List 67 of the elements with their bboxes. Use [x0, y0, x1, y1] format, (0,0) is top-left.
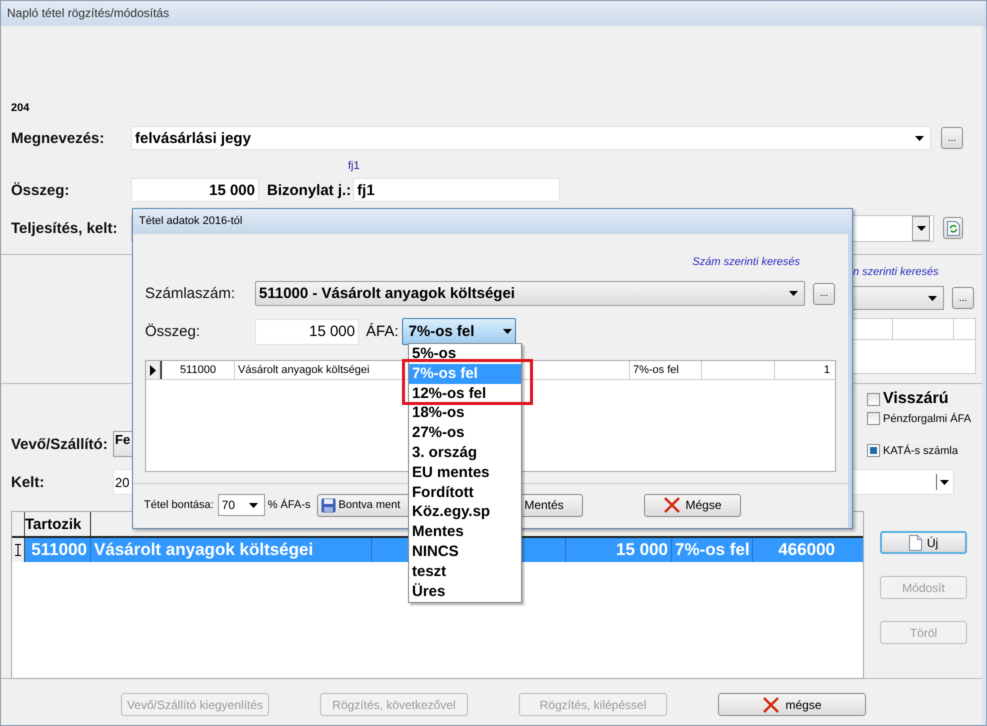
- dialog-button[interactable]: Mégse: [644, 494, 741, 516]
- document-field[interactable]: fj1: [353, 178, 560, 202]
- field-label: Tétel bontása:: [144, 499, 214, 511]
- dropdown-option[interactable]: EU mentes: [409, 462, 521, 483]
- dropdown-arrow-icon[interactable]: [248, 502, 258, 508]
- table-cell: 511000: [162, 361, 235, 379]
- name-combo[interactable]: felvásárlási jegy: [131, 126, 931, 150]
- document-icon: [908, 534, 922, 550]
- dialog-title: Tétel adatok 2016-tól: [133, 209, 852, 234]
- row-cursor-icon: [15, 544, 21, 556]
- field-label: ÁFA:: [366, 323, 399, 340]
- account-combo[interactable]: 511000 - Vásárolt anyagok költségei: [255, 281, 805, 306]
- field-label: Összeg:: [10, 182, 70, 198]
- split-combo[interactable]: 70: [218, 494, 265, 516]
- table-cell: 511000: [25, 538, 91, 562]
- dropdown-arrow-icon[interactable]: [502, 329, 512, 334]
- dropdown-option[interactable]: 18%-os: [409, 403, 521, 424]
- field-label: Számlaszám:: [144, 285, 236, 302]
- dropdown-option[interactable]: Mentes: [409, 522, 521, 542]
- dropdown-option[interactable]: Üres: [409, 582, 521, 602]
- table-cell-text: 466000: [777, 539, 836, 561]
- field-label: Teljesítés, kelt:: [10, 220, 118, 236]
- dropdown-arrow-icon[interactable]: [940, 480, 949, 484]
- field-label: Kelt:: [10, 474, 46, 490]
- refresh-button[interactable]: [943, 217, 963, 239]
- side-button[interactable]: Új: [880, 531, 967, 554]
- window-title: Napló tétel rögzítés/módosítás: [1, 1, 986, 26]
- dropdown-option[interactable]: 27%-os: [409, 423, 521, 443]
- table-cell-text: 1: [822, 363, 831, 378]
- column-header: Tartozik: [25, 512, 91, 536]
- row-pointer-icon: [150, 364, 156, 376]
- dropdown-arrow-icon[interactable]: [915, 136, 924, 140]
- dropdown-option[interactable]: NINCS: [409, 542, 521, 562]
- footer-button[interactable]: mégse: [718, 693, 866, 716]
- field-label: Vevő/Szállító:: [10, 436, 109, 455]
- checkbox-label: Pénzforgalmi ÁFA: [883, 412, 972, 424]
- unit-label: % ÁFA-s: [268, 499, 311, 511]
- table-cell: Vásárolt anyagok költségei: [91, 538, 372, 562]
- dropdown-option[interactable]: 3. ország: [409, 442, 521, 463]
- checkbox[interactable]: [867, 444, 880, 457]
- record-number: 204: [10, 101, 30, 116]
- dropdown-arrow-icon[interactable]: [928, 296, 937, 300]
- refresh-icon: [946, 220, 960, 236]
- close-icon: [762, 696, 780, 712]
- table-cell: 15 000: [566, 538, 672, 562]
- document-hint: fj1: [348, 160, 360, 172]
- dropdown-arrow-icon[interactable]: [789, 291, 798, 296]
- checkbox-label: Visszárú: [883, 390, 949, 408]
- checkbox[interactable]: [867, 412, 880, 425]
- dropdown-arrow-icon[interactable]: [916, 226, 926, 230]
- search-link[interactable]: Szám szerinti keresés: [692, 256, 800, 270]
- checkbox-label: KATÁ-s számla: [883, 444, 958, 456]
- dropdown-option[interactable]: teszt: [409, 562, 521, 582]
- field-label: Bizonylat j.:: [267, 182, 352, 198]
- search-link[interactable]: n szerinti keresés: [849, 266, 974, 278]
- checkbox[interactable]: [867, 392, 880, 406]
- table-cell: 7%-os fel: [630, 361, 702, 379]
- table-cell: 7%-os fel: [672, 538, 753, 562]
- ellipsis-button[interactable]: ...: [952, 287, 974, 309]
- vat-combo[interactable]: 7%-os fel: [402, 318, 516, 345]
- ellipsis-button[interactable]: ...: [941, 127, 963, 149]
- amount-field[interactable]: 15 000: [255, 318, 359, 344]
- field-label: Összeg:: [144, 323, 202, 340]
- field-label: Megnevezés:: [10, 130, 106, 146]
- close-icon: [662, 497, 680, 513]
- amount-field[interactable]: 15 000: [131, 178, 259, 202]
- ellipsis-button[interactable]: ...: [813, 282, 835, 304]
